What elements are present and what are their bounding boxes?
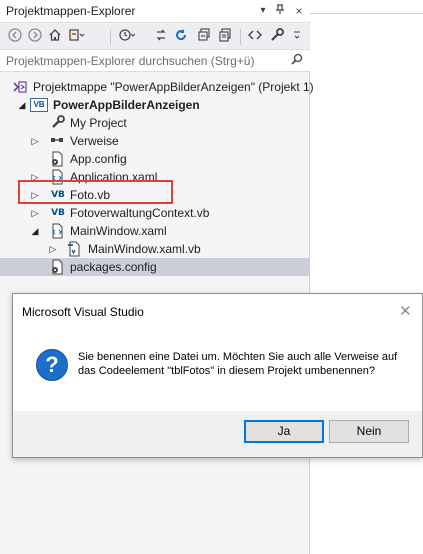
view-code-icon[interactable] [246, 28, 264, 46]
dialog-body: ? Sie benennen eine Datei um. Möchten Si… [13, 331, 422, 411]
tree-label: My Project [70, 116, 127, 130]
yes-button[interactable]: Ja [244, 420, 324, 443]
rename-dialog: Microsoft Visual Studio ✕ ? Sie benennen… [12, 293, 423, 458]
question-icon: ? [36, 349, 68, 381]
pending-changes-icon[interactable] [118, 28, 136, 46]
close-icon[interactable]: ✕ [399, 302, 412, 320]
dialog-message: Sie benennen eine Datei um. Möchten Sie … [78, 351, 398, 377]
explorer-toolbar [0, 24, 310, 50]
tree-label: packages.config [70, 260, 157, 274]
divider [310, 13, 423, 14]
refresh-icon[interactable] [172, 28, 190, 46]
close-icon[interactable]: × [292, 3, 306, 19]
collapse-arrow-icon[interactable]: ◢ [17, 98, 27, 112]
highlight-box [18, 180, 173, 204]
toolbar-more-icon[interactable] [290, 28, 304, 46]
back-icon[interactable] [6, 28, 24, 46]
window-position-dropdown-icon[interactable]: ▾ [256, 3, 270, 19]
tree-row-packages-config[interactable]: packages.config [0, 258, 310, 276]
sync-icon[interactable] [152, 28, 170, 46]
vb-project-icon: VB [30, 98, 48, 112]
collapse-arrow-icon[interactable]: ◢ [30, 224, 40, 238]
forward-icon[interactable] [26, 28, 44, 46]
panel-titlebar: Projektmappen-Explorer ▾ × [0, 0, 310, 23]
home-icon[interactable] [46, 28, 64, 46]
tree-row-verweise[interactable]: ▷ Verweise [0, 132, 310, 150]
tree-label-project: PowerAppBilderAnzeigen [53, 98, 200, 112]
no-button[interactable]: Nein [329, 420, 409, 443]
tree-label-solution: Projektmappe "PowerAppBilderAnzeigen" (P… [33, 80, 314, 94]
expand-arrow-icon[interactable]: ▷ [30, 206, 40, 220]
solution-explorer-panel: Projektmappen-Explorer ▾ × Projektmappen… [0, 0, 314, 554]
pin-icon[interactable] [273, 3, 287, 19]
expand-arrow-icon[interactable]: ▷ [48, 242, 58, 256]
config-file-icon [50, 151, 64, 167]
tree-row-solution[interactable]: Projektmappe "PowerAppBilderAnzeigen" (P… [0, 78, 314, 96]
dialog-footer: Ja Nein [13, 411, 422, 457]
collapse-all-icon[interactable] [195, 28, 213, 46]
tree-row-fotoverwaltungcontext-vb[interactable]: ▷ VB FotoverwaltungContext.vb [0, 204, 310, 222]
vb-file-icon [66, 241, 82, 257]
references-icon [50, 133, 64, 149]
expand-arrow-icon[interactable]: ▷ [30, 134, 40, 148]
search-box[interactable]: Projektmappen-Explorer durchsuchen (Strg… [0, 50, 310, 72]
search-input[interactable]: Projektmappen-Explorer durchsuchen (Strg… [6, 54, 254, 68]
solution-icon [12, 79, 28, 95]
tree-label: MainWindow.xaml [70, 224, 167, 238]
tree-label: App.config [70, 152, 127, 166]
tree-row-project[interactable]: ◢ VB PowerAppBilderAnzeigen [0, 96, 310, 114]
dialog-title: Microsoft Visual Studio [22, 305, 144, 319]
tree-row-mainwindow-xaml[interactable]: ◢ MainWindow.xaml [0, 222, 310, 240]
panel-title: Projektmappen-Explorer [6, 4, 136, 18]
config-file-icon [50, 259, 64, 275]
vb-file-icon: VB [51, 208, 65, 218]
tree-row-my-project[interactable]: My Project [0, 114, 310, 132]
properties-icon[interactable] [268, 28, 286, 46]
show-all-files-icon[interactable] [216, 28, 234, 46]
switch-views-icon[interactable] [68, 28, 86, 46]
tree-label: Verweise [70, 134, 119, 148]
search-icon[interactable] [288, 52, 306, 70]
wrench-icon [51, 115, 65, 131]
tree-label: FotoverwaltungContext.vb [70, 206, 210, 220]
tree-label: MainWindow.xaml.vb [88, 242, 201, 256]
xaml-file-icon [50, 223, 64, 239]
tree-row-mainwindow-xaml-vb[interactable]: ▷ MainWindow.xaml.vb [0, 240, 310, 258]
tree-row-app-config[interactable]: App.config [0, 150, 310, 168]
dialog-header: Microsoft Visual Studio ✕ [13, 294, 422, 331]
